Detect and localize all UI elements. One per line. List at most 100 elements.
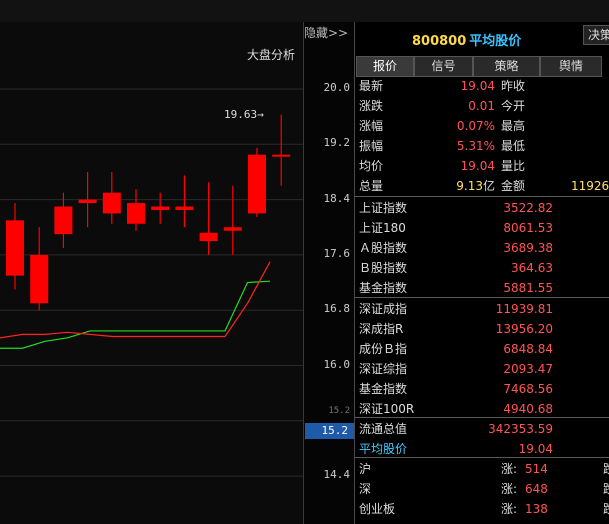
candle-body[interactable] <box>6 220 24 276</box>
decide-button[interactable]: 决策 <box>583 25 609 45</box>
divider <box>355 417 609 418</box>
quote-row: 均价 19.04 量比 <box>355 156 609 176</box>
quote-row: 上证指数 3522.82 <box>355 198 609 218</box>
quote-row: 深证综指 2093.47 <box>355 359 609 379</box>
breadth-label: 深 <box>359 482 372 496</box>
down-label: 跌 <box>603 459 609 479</box>
row-label: 均价 <box>359 159 384 173</box>
quote-row: 基金指数 5881.55 <box>355 278 609 298</box>
candle-body[interactable] <box>272 154 291 157</box>
divider <box>355 196 609 197</box>
candle-body[interactable] <box>54 206 73 235</box>
quote-row: Ａ股指数 3689.38 <box>355 238 609 258</box>
row-label: 深证100R <box>359 402 415 416</box>
quote-row: 深成指R 13956.20 <box>355 319 609 339</box>
stock-code: 800800 <box>412 34 467 49</box>
up-label: 涨: <box>501 482 518 496</box>
row-label: 基金指数 <box>359 382 408 396</box>
breadth-row: 创业板 涨: 138 跌 <box>355 499 609 519</box>
row-value: 13956.20 <box>495 322 553 336</box>
row-label-secondary: 今开 <box>501 99 526 113</box>
price-tag-text: 15.2 <box>321 424 349 437</box>
y-tick-label: 15.2 <box>328 405 350 416</box>
up-count: 514 <box>525 462 548 476</box>
down-label: 跌 <box>603 479 609 499</box>
high-marker-label: 19.63→ <box>224 108 264 121</box>
row-label-secondary: 金额 <box>501 179 526 193</box>
y-tick-label: 20.0 <box>323 81 351 94</box>
chart-label: 大盘分析 <box>246 48 295 62</box>
hide-button[interactable]: 隐藏>> <box>304 24 350 40</box>
row-label: 基金指数 <box>359 281 408 295</box>
row-label-secondary: 量比 <box>501 159 526 173</box>
tab-2[interactable]: 策略 <box>473 56 540 77</box>
row-label: 上证180 <box>359 221 406 235</box>
y-tick-label: 17.6 <box>323 246 351 260</box>
row-label: 振幅 <box>359 139 384 153</box>
row-value: 6848.84 <box>503 342 553 356</box>
row-value: 9.13 <box>456 179 483 193</box>
candle-body[interactable] <box>151 206 170 210</box>
candle-body[interactable] <box>78 199 97 204</box>
y-tick-label: 16.8 <box>323 302 351 316</box>
quote-row: 深证100R 4940.68 <box>355 399 609 419</box>
row-value: 7468.56 <box>503 382 553 396</box>
quote-row: Ｂ股指数 364.63 <box>355 258 609 278</box>
quote-row: 振幅 5.31% 最低 <box>355 136 609 156</box>
row-label-secondary: 昨收 <box>501 79 526 93</box>
row-label: 流通总值 <box>359 422 408 436</box>
chart-panel[interactable]: 大盘分析 19.63→ <box>0 22 304 524</box>
row-label: Ａ股指数 <box>359 241 408 255</box>
breadth-label: 创业板 <box>359 502 396 516</box>
candle-body[interactable] <box>175 206 194 210</box>
row-value: 8061.53 <box>503 221 553 235</box>
quote-row: 最新 19.04 昨收 <box>355 76 609 96</box>
quote-row: 上证180 8061.53 <box>355 218 609 238</box>
tab-0[interactable]: 报价 <box>356 56 414 77</box>
row-value: 364.63 <box>511 261 553 275</box>
y-tick-label: 18.4 <box>323 191 351 205</box>
row-label: 总量 <box>359 179 384 193</box>
price-axis <box>304 22 355 524</box>
current-price-tag: 15.2 <box>305 423 354 439</box>
breadth-row: 深 涨: 648 跌 <box>355 479 609 499</box>
y-tick-label: 19.2 <box>323 136 351 150</box>
up-count: 138 <box>525 502 548 516</box>
tab-1[interactable]: 信号 <box>414 56 473 77</box>
row-value: 0.07% <box>456 119 495 133</box>
row-value: 3689.38 <box>503 241 553 255</box>
row-value: 2093.47 <box>503 362 553 376</box>
row-label: Ｂ股指数 <box>359 261 408 275</box>
stock-title: 800800 平均股价 <box>412 30 521 49</box>
y-tick-label: 14.4 <box>323 468 351 482</box>
candle-body[interactable] <box>248 154 266 214</box>
candle-body[interactable] <box>127 203 145 224</box>
row-label: 上证指数 <box>359 201 408 215</box>
row-label: 成份Ｂ指 <box>359 342 408 356</box>
candle-body[interactable] <box>102 192 121 214</box>
breadth-row: 沪 涨: 514 跌 <box>355 459 609 479</box>
row-label: 涨跌 <box>359 99 384 113</box>
row-label: 深成指R <box>359 322 404 336</box>
row-label: 深证成指 <box>359 302 408 316</box>
row-value: 11939.81 <box>495 302 553 316</box>
divider <box>355 457 609 458</box>
row-label-secondary: 最高 <box>501 119 526 133</box>
up-label: 涨: <box>501 462 518 476</box>
candle-body[interactable] <box>30 254 49 304</box>
row-label-secondary: 最低 <box>501 139 526 153</box>
candle-body[interactable] <box>199 232 218 242</box>
candle-body[interactable] <box>223 227 242 231</box>
row-value: 19.04 <box>460 79 495 93</box>
candlestick-chart[interactable] <box>0 22 303 524</box>
row-value: 3522.82 <box>503 201 553 215</box>
tab-3[interactable]: 舆情 <box>540 56 602 77</box>
quote-row: 涨跌 0.01 今开 <box>355 96 609 116</box>
quote-row: 基金指数 7468.56 <box>355 379 609 399</box>
row-value: 0.01 <box>468 99 495 113</box>
y-tick-label: 16.0 <box>323 357 351 371</box>
row-value: 342353.59 <box>488 422 553 436</box>
row-value: 5.31% <box>456 139 495 153</box>
row-value: 19.04 <box>460 159 495 173</box>
row-label: 深证综指 <box>359 362 408 376</box>
